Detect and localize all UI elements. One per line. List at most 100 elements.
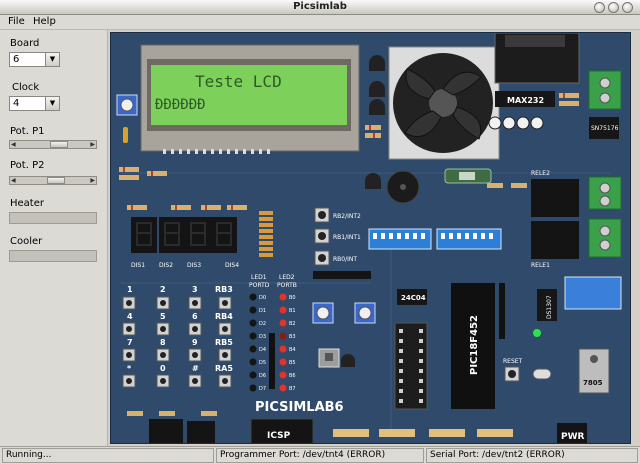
key-label: 8 [160, 338, 166, 347]
reset-button[interactable]: RESET [503, 358, 523, 382]
rele1-label: RELE1 [531, 262, 550, 269]
key-label: 7 [127, 338, 133, 347]
pot-p1[interactable] [116, 94, 138, 116]
max232-chip: MAX232 [495, 91, 555, 107]
display-label: DIS3 [187, 262, 201, 269]
clock-value: 4 [13, 98, 20, 109]
eeprom-label: 24C04 [401, 294, 426, 302]
icsp-label: ICSP [267, 431, 291, 441]
sn75176-chip: SN75176 [589, 117, 619, 139]
key-label: * [127, 364, 132, 373]
button-label: RB0/INT [333, 256, 357, 263]
svg-text:D0: D0 [259, 295, 266, 301]
control-panel: Board 6 ▼ Clock 4 ▼ Pot. P1 ◀ ▶ Pot. P2 … [0, 30, 108, 446]
title-bar: Picsimlab [0, 0, 640, 15]
max232-label: MAX232 [507, 96, 544, 105]
svg-text:D4: D4 [259, 347, 266, 353]
arrow-right-icon[interactable]: ▶ [90, 176, 95, 185]
svg-text:D6: D6 [259, 373, 266, 379]
pot1-slider[interactable]: ◀ ▶ [9, 140, 97, 149]
menu-help[interactable]: Help [33, 16, 56, 27]
rb-buttons[interactable]: RB2/INT2 RB1/INT1 RB0/INT [314, 207, 361, 266]
board-canvas[interactable]: Teste LCD ÐÐÐÐÐÐ MAX232 SN75176 RELE2 RE… [110, 32, 631, 444]
pot1-slider-knob[interactable] [50, 141, 68, 148]
svg-text:B5: B5 [289, 360, 296, 366]
svg-text:B4: B4 [289, 347, 296, 353]
key-label: 4 [127, 312, 133, 321]
status-programmer-port: Programmer Port: /dev/tnt4 (ERROR) [216, 448, 424, 463]
heater-label: Heater [10, 198, 44, 209]
menu-file[interactable]: File [8, 16, 25, 27]
transistor [341, 354, 355, 367]
svg-text:B1: B1 [289, 308, 296, 314]
key-label: 9 [192, 338, 198, 347]
key-label: 6 [192, 312, 198, 321]
status-running: Running... [2, 448, 214, 463]
svg-text:B3: B3 [289, 334, 296, 340]
arrow-left-icon[interactable]: ◀ [11, 140, 16, 149]
cooler-label: Cooler [10, 236, 43, 247]
crystal [532, 368, 552, 380]
chip-label: PIC18F452 [469, 315, 480, 375]
key-label: 1 [127, 285, 133, 294]
connector [149, 419, 183, 443]
regulator-label: 7805 [583, 379, 603, 387]
pin-header [333, 429, 513, 437]
lcd-line2: ÐÐÐÐÐÐ [155, 97, 206, 113]
relay-1 [531, 221, 579, 259]
board-label: Board [10, 38, 40, 49]
power-switch[interactable]: PWR [557, 423, 587, 444]
led1-port: PORTD [249, 282, 270, 289]
pot2-slider-knob[interactable] [47, 177, 65, 184]
capacitor [488, 116, 544, 130]
pot2-label: Pot. P2 [10, 160, 45, 171]
connector [187, 421, 215, 443]
eeprom-chip: 24C04 [397, 289, 427, 305]
cooler-fan [388, 46, 500, 160]
svg-text:B2: B2 [289, 321, 296, 327]
heater-resistor [444, 168, 492, 184]
led1-title: LED1 [251, 274, 267, 281]
key-label: RA5 [215, 364, 233, 373]
led2-port: PORTB [277, 282, 297, 289]
chevron-down-icon[interactable]: ▼ [45, 97, 59, 110]
keypad[interactable]: 1 2 3 RB3 4 5 6 RB4 7 8 9 RB5 * 0 # RA5 [122, 285, 233, 388]
minimize-button[interactable] [594, 2, 605, 13]
resistor-array [259, 211, 273, 257]
transistor [365, 55, 385, 189]
dip-switches[interactable] [368, 228, 502, 250]
button-label: RB2/INT2 [333, 213, 361, 220]
rtc-battery [564, 276, 622, 310]
lcd-line1: Teste LCD [195, 72, 282, 91]
zif-socket [394, 322, 428, 410]
arrow-right-icon[interactable]: ▶ [90, 140, 95, 149]
ds1307-label: DS1307 [546, 295, 553, 319]
led-columns: LED1 PORTD LED2 PORTB D0 D1 D2 D3 D4 D5 D6 D… [249, 274, 297, 392]
key-label: 0 [160, 364, 166, 373]
status-serial-port: Serial Port: /dev/tnt2 (ERROR) [426, 448, 638, 463]
board-value: 6 [13, 54, 20, 65]
clock-label: Clock [12, 82, 40, 93]
rele2-label: RELE2 [531, 170, 550, 177]
maximize-button[interactable] [608, 2, 619, 13]
clock-select[interactable]: 4 ▼ [9, 96, 60, 111]
arrow-left-icon[interactable]: ◀ [11, 176, 16, 185]
heater-bar [9, 212, 97, 224]
display-label: DIS2 [159, 262, 173, 269]
lcd-module: Teste LCD ÐÐÐÐÐÐ [140, 44, 360, 154]
board-select[interactable]: 6 ▼ [9, 52, 60, 67]
chevron-down-icon[interactable]: ▼ [45, 53, 59, 66]
relay-2 [531, 179, 579, 217]
key-label: RB4 [215, 312, 233, 321]
terminal-block[interactable] [588, 70, 622, 258]
key-label: RB3 [215, 285, 233, 294]
svg-text:B7: B7 [289, 386, 296, 392]
pot2-slider[interactable]: ◀ ▶ [9, 176, 97, 185]
seven-segment-displays: DIS1 DIS2 DIS3 DIS4 [131, 217, 239, 269]
close-button[interactable] [622, 2, 633, 13]
key-label: 5 [160, 312, 166, 321]
pot-p2[interactable] [312, 302, 376, 324]
svg-text:D5: D5 [259, 360, 266, 366]
pot1-label: Pot. P1 [10, 126, 45, 137]
board-name: PICSIMLAB6 [255, 400, 344, 415]
